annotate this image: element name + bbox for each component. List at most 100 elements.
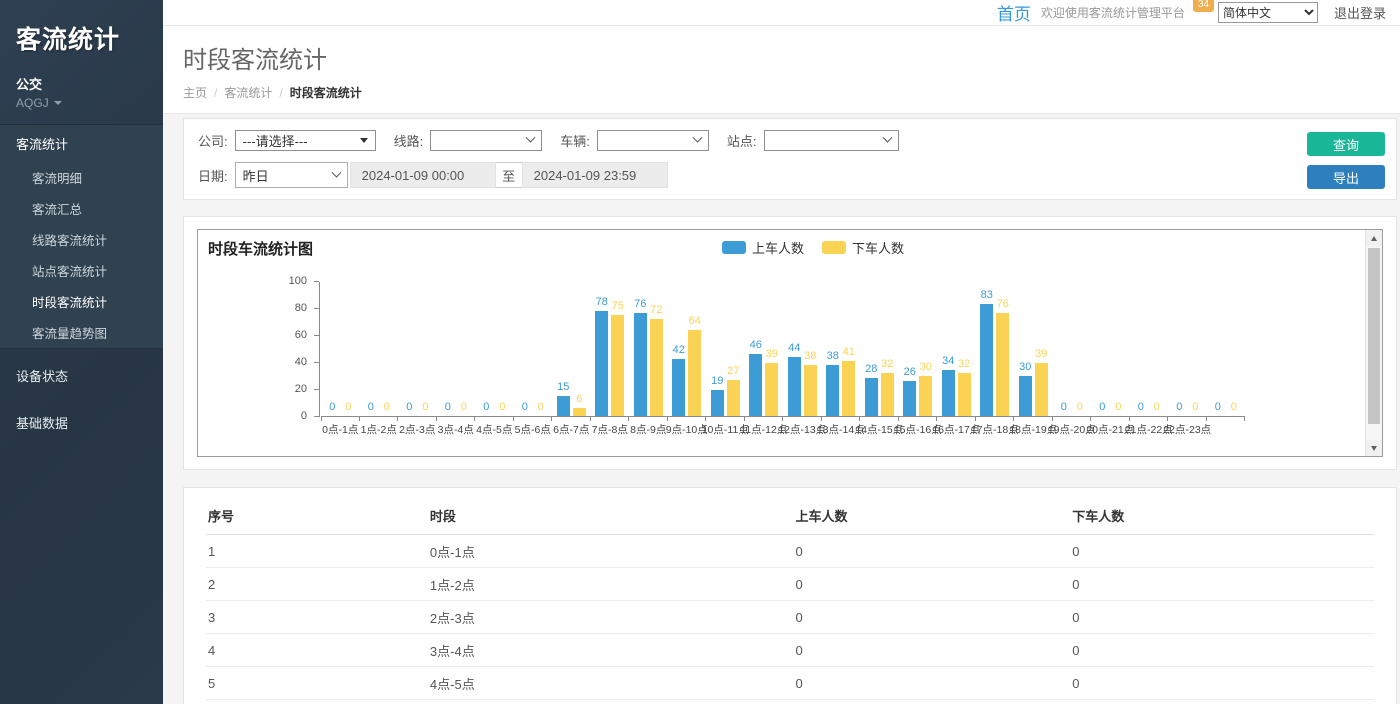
y-tick-label: 80 — [295, 302, 307, 314]
bar-group: 41 — [842, 281, 855, 416]
sidebar-item-客流明细[interactable]: 客流明细 — [0, 162, 163, 193]
legend-item-上车人数[interactable]: 上车人数 — [722, 238, 804, 257]
sidebar-item-站点客流统计[interactable]: 站点客流统计 — [0, 255, 163, 286]
scroll-up-icon[interactable] — [1366, 230, 1382, 246]
date-preset-value: 昨日 — [243, 166, 269, 185]
export-button[interactable]: 导出 — [1307, 165, 1385, 189]
table-cell: 0 — [793, 535, 1070, 568]
bar-下车人数 — [688, 330, 701, 416]
chart-category: 0019点-20点 — [1053, 281, 1092, 416]
table-cell: 3点-4点 — [428, 634, 794, 667]
table-header-cell: 序号 — [206, 497, 428, 535]
bar-上车人数 — [595, 311, 608, 416]
sidebar-item-客流统计[interactable]: 客流统计 — [0, 125, 163, 162]
table-cell: 1 — [206, 535, 428, 568]
notification-badge[interactable]: 34 — [1193, 0, 1214, 12]
bar-value-label: 6 — [576, 393, 582, 405]
bar-group: 32 — [958, 281, 971, 416]
bar-value-label: 32 — [881, 358, 893, 370]
vehicle-label: 车辆: — [560, 131, 590, 150]
x-tick-label: 1点-2点 — [361, 422, 397, 437]
table-cell: 0 — [1070, 535, 1374, 568]
chart-category: 004点-5点 — [475, 281, 514, 416]
table-row: 32点-3点00 — [206, 601, 1374, 634]
bar-上车人数 — [557, 396, 570, 416]
filter-panel: 公司: ---请选择--- 线路: 车辆: — [183, 118, 1397, 200]
bar-value-label: 0 — [1176, 401, 1182, 413]
bar-group: 0 — [457, 281, 470, 416]
bar-group: 0 — [441, 281, 454, 416]
y-tick-mark — [314, 335, 319, 336]
bar-value-label: 0 — [1138, 401, 1144, 413]
scrollbar-thumb[interactable] — [1368, 248, 1380, 424]
chevron-down-icon — [526, 133, 536, 143]
bar-下车人数 — [727, 380, 740, 416]
date-preset-select[interactable]: 昨日 — [235, 162, 348, 188]
bar-group: 0 — [1073, 281, 1086, 416]
table-cell: 0 — [793, 634, 1070, 667]
y-tick-mark — [314, 308, 319, 309]
table-cell: 4点-5点 — [428, 667, 794, 700]
y-tick-mark — [314, 281, 319, 282]
date-from-input[interactable]: 2024-01-09 00:00 — [350, 162, 496, 188]
sidebar-item-基础数据[interactable]: 基础数据 — [0, 402, 163, 443]
chart-category: 303918点-19点 — [1014, 281, 1053, 416]
scroll-down-icon[interactable] — [1366, 440, 1382, 456]
x-tick-label: 4点-5点 — [476, 422, 512, 437]
org-code-dropdown[interactable]: AQGJ — [0, 93, 163, 124]
bar-下车人数 — [996, 313, 1009, 416]
sidebar-item-线路客流统计[interactable]: 线路客流统计 — [0, 224, 163, 255]
x-tick-label: 3点-4点 — [438, 422, 474, 437]
bar-下车人数 — [881, 373, 894, 416]
breadcrumb: 主页/客流统计/时段客流统计 — [183, 84, 1380, 101]
chart-category: 192710点-11点 — [706, 281, 745, 416]
bar-group: 38 — [826, 281, 839, 416]
sidebar-item-客流汇总[interactable]: 客流汇总 — [0, 193, 163, 224]
table-cell: 2 — [206, 568, 428, 601]
sidebar-item-客流量趋势图[interactable]: 客流量趋势图 — [0, 317, 163, 348]
breadcrumb-section[interactable]: 客流统计 — [224, 86, 272, 100]
bar-下车人数 — [650, 319, 663, 416]
bar-value-label: 0 — [368, 401, 374, 413]
logout-link[interactable]: 退出登录 — [1334, 3, 1386, 22]
sidebar-item-设备状态[interactable]: 设备状态 — [0, 355, 163, 396]
bar-group: 0 — [1134, 281, 1147, 416]
legend-swatch-icon — [722, 241, 746, 254]
bar-value-label: 15 — [557, 381, 569, 393]
chart-category: 78757点-8点 — [591, 281, 630, 416]
bar-group: 39 — [1035, 281, 1048, 416]
company-select[interactable]: ---请选择--- — [235, 130, 376, 151]
bar-group: 0 — [1150, 281, 1163, 416]
query-button[interactable]: 查询 — [1307, 132, 1385, 156]
table-cell: 0 — [793, 700, 1070, 704]
sidebar-item-时段客流统计[interactable]: 时段客流统计 — [0, 286, 163, 317]
table-cell: 0 — [1070, 634, 1374, 667]
legend-item-下车人数[interactable]: 下车人数 — [822, 238, 904, 257]
bar-value-label: 72 — [650, 304, 662, 316]
chart-category: 002点-3点 — [398, 281, 437, 416]
bar-group: 72 — [650, 281, 663, 416]
filter-row-2: 日期: 昨日 2024-01-09 00:00 至 2024-01-09 23:… — [198, 162, 1382, 188]
vehicle-select[interactable] — [597, 130, 709, 151]
chart-category: 003点-4点 — [437, 281, 476, 416]
table-cell: 6 — [206, 700, 428, 704]
home-link[interactable]: 首页 — [997, 0, 1031, 25]
bar-上车人数 — [865, 378, 878, 416]
app-window: 客流统计 公交 AQGJ 客流统计客流明细客流汇总线路客流统计站点客流统计时段客… — [0, 0, 1400, 704]
table-row: 10点-1点00 — [206, 535, 1374, 568]
chart-scrollbar[interactable] — [1365, 230, 1382, 456]
breadcrumb-home[interactable]: 主页 — [183, 86, 207, 100]
bar-value-label: 83 — [981, 289, 993, 301]
bar-value-label: 0 — [406, 401, 412, 413]
chart-category: 837617点-18点 — [976, 281, 1015, 416]
line-select[interactable] — [430, 130, 542, 151]
bar-value-label: 19 — [711, 375, 723, 387]
bar-下车人数 — [1035, 363, 1048, 416]
language-select[interactable]: 简体中文 — [1218, 2, 1318, 23]
bar-下车人数 — [842, 361, 855, 416]
filter-row-1: 公司: ---请选择--- 线路: 车辆: — [198, 130, 1382, 151]
station-select[interactable] — [764, 130, 899, 151]
breadcrumb-current: 时段客流统计 — [290, 86, 362, 100]
date-to-input[interactable]: 2024-01-09 23:59 — [522, 162, 668, 188]
table-cell: 5点-6点 — [428, 700, 794, 704]
